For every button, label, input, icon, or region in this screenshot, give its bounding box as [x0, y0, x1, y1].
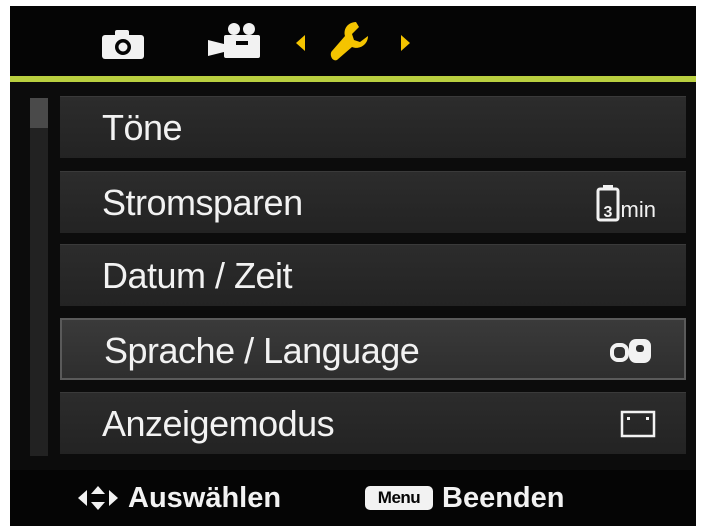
menu-button-badge: Menu [365, 486, 433, 510]
arrow-right-icon[interactable] [400, 34, 412, 52]
arrow-left-icon[interactable] [294, 34, 306, 52]
help-bar: Auswählen Menu Beenden [10, 470, 696, 526]
menu-item-toene[interactable]: Töne [60, 96, 686, 158]
menu-item-value: 3 min [596, 172, 656, 234]
exit-hint-label: Beenden [442, 482, 565, 514]
svg-text:3: 3 [603, 204, 612, 221]
scroll-thumb[interactable] [30, 98, 48, 128]
menu-item-label: Stromsparen [102, 182, 303, 223]
camera-icon[interactable] [100, 28, 146, 60]
select-hint-label: Auswählen [128, 482, 282, 514]
mode-tab-bar [10, 6, 696, 76]
menu-item-sprache[interactable]: Sprache / Language [60, 318, 686, 380]
scrollbar[interactable] [30, 98, 48, 456]
menu-item-stromsparen[interactable]: Stromsparen 3 min [60, 171, 686, 233]
video-icon[interactable] [206, 22, 264, 60]
power-save-unit: min [620, 197, 656, 222]
camera-settings-screen: Töne Stromsparen 3 min Datum / Zeit Spra… [10, 6, 696, 526]
menu-item-value [610, 320, 654, 382]
menu-item-label: Datum / Zeit [102, 255, 293, 296]
language-icon [610, 339, 651, 363]
menu-item-anzeigemodus[interactable]: Anzeigemodus [60, 392, 686, 454]
navigation-arrows-icon [78, 486, 118, 510]
menu-item-label: Sprache / Language [104, 330, 420, 371]
wrench-icon[interactable] [328, 18, 376, 66]
tab-bar-accent-line [10, 76, 696, 82]
menu-item-datum-zeit[interactable]: Datum / Zeit [60, 244, 686, 306]
menu-item-label: Anzeigemodus [102, 403, 335, 444]
battery-3min-icon: 3 [596, 185, 620, 222]
menu-item-label: Töne [102, 107, 183, 148]
display-mode-icon [620, 410, 656, 438]
menu-item-value [620, 393, 656, 455]
